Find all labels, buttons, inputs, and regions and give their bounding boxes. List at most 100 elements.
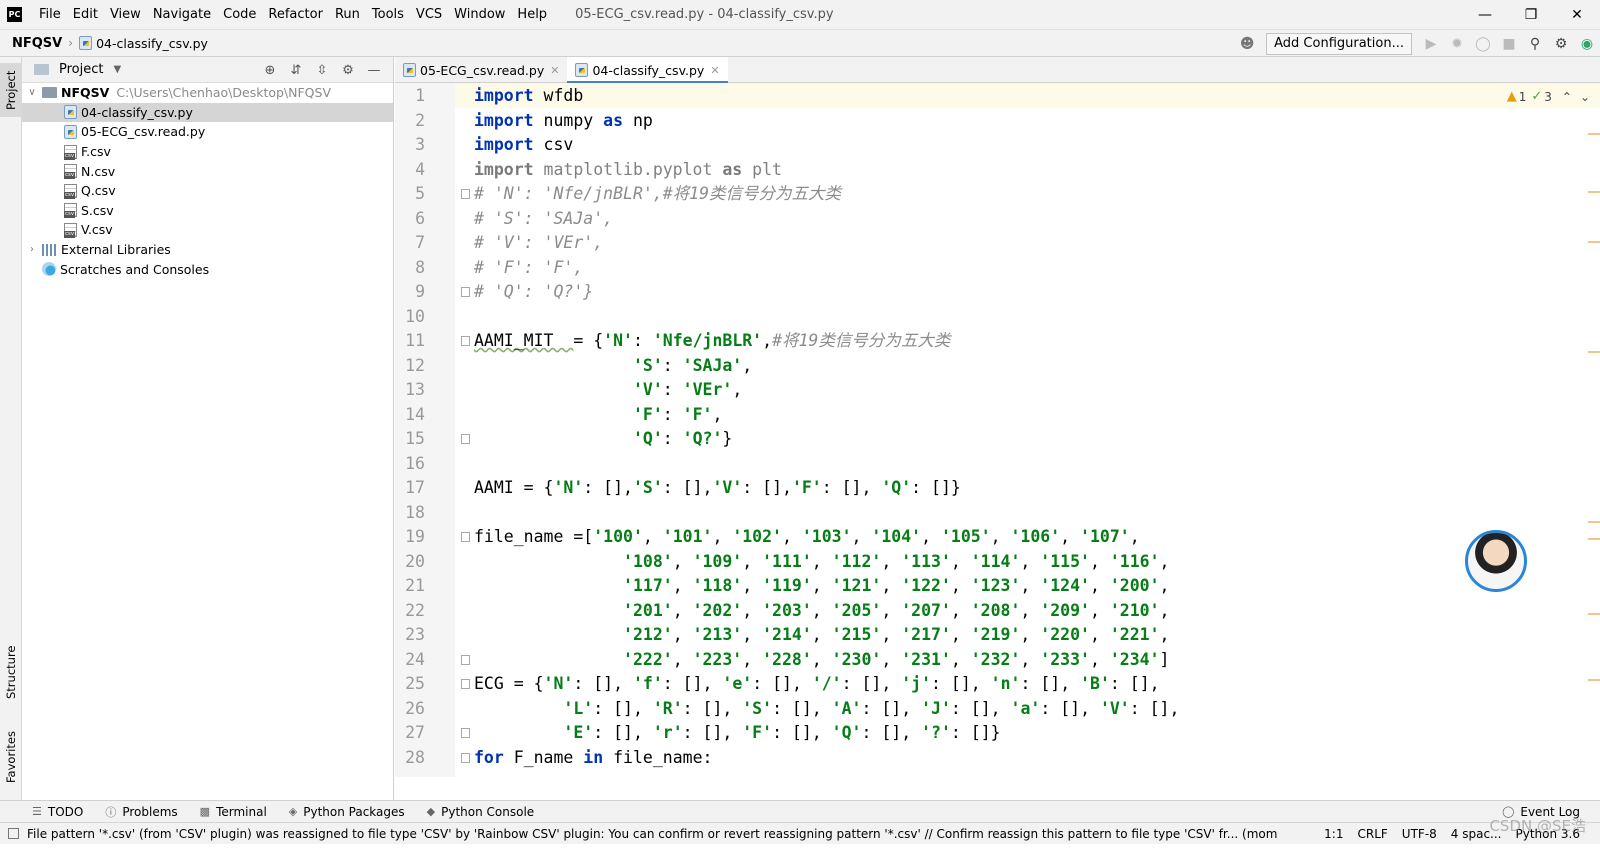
stripe-mark[interactable] [1588, 521, 1600, 523]
code-line[interactable]: '212', '213', '214', '215', '217', '219'… [474, 623, 1169, 648]
inspection-widget[interactable]: ▲ 1 ✓ 3 ⌃ ⌄ [1502, 89, 1590, 104]
locate-file-icon[interactable]: ⊕ [257, 63, 283, 78]
code-line[interactable]: file_name =['100', '101', '102', '103', … [474, 525, 1140, 550]
coverage-icon[interactable]: ◯ [1470, 31, 1496, 57]
code-line[interactable]: # 'S': 'SAJa', [474, 207, 613, 232]
tree-file-n-csv[interactable]: N.csv [22, 161, 393, 181]
stripe-mark[interactable] [1588, 538, 1600, 540]
tree-scratches[interactable]: Scratches and Consoles [22, 259, 393, 279]
chevron-right-icon[interactable]: › [26, 244, 38, 255]
tree-file-04-classify[interactable]: 04-classify_csv.py [22, 102, 393, 123]
tree-file-f-csv[interactable]: F.csv [22, 142, 393, 162]
stripe-mark[interactable] [1588, 351, 1600, 353]
breadcrumb-file[interactable]: 04-classify_csv.py [96, 36, 208, 51]
code-line[interactable]: # 'Q': 'Q?'} [474, 280, 593, 305]
caret-position[interactable]: 1:1 [1324, 827, 1343, 841]
run-icon[interactable]: ▶ [1418, 31, 1444, 57]
menu-navigate[interactable]: Navigate [147, 0, 217, 29]
code-line[interactable]: 'E': [], 'r': [], 'F': [], 'Q': [], '?':… [474, 721, 1000, 746]
menu-refactor[interactable]: Refactor [262, 0, 329, 29]
stripe-mark[interactable] [1588, 241, 1600, 243]
project-tool-tab[interactable]: Project [0, 63, 22, 117]
error-stripe[interactable] [1586, 83, 1600, 777]
menu-run[interactable]: Run [329, 0, 366, 29]
file-encoding[interactable]: UTF-8 [1402, 827, 1437, 841]
chevron-down-icon[interactable]: ▼ [113, 64, 121, 75]
project-panel-title[interactable]: Project [59, 62, 103, 77]
restore-button[interactable]: ❐ [1508, 0, 1554, 29]
menu-window[interactable]: Window [448, 0, 511, 29]
breadcrumb-project[interactable]: NFQSV [12, 36, 62, 51]
chevron-up-icon[interactable]: ⌃ [1562, 90, 1572, 104]
stop-icon[interactable]: ■ [1496, 31, 1522, 57]
code-line[interactable]: 'S': 'SAJa', [474, 354, 752, 379]
debug-icon[interactable]: ✹ [1444, 31, 1470, 57]
todo-tool-button[interactable]: ☰ TODO [32, 805, 83, 819]
close-tab-icon[interactable]: ✕ [550, 64, 559, 77]
stripe-mark[interactable] [1588, 679, 1600, 681]
fold-marker-icon[interactable] [461, 654, 470, 665]
chevron-down-icon[interactable]: ∨ [26, 87, 38, 98]
menu-edit[interactable]: Edit [67, 0, 104, 29]
fold-marker-icon[interactable] [461, 287, 470, 297]
fold-marker-icon[interactable] [461, 189, 470, 199]
python-console-tool-button[interactable]: ◆ Python Console [427, 805, 535, 819]
code-line[interactable]: '222', '223', '228', '230', '231', '232'… [474, 648, 1169, 673]
python-packages-tool-button[interactable]: ◈ Python Packages [289, 805, 405, 819]
tree-external-libraries[interactable]: › External Libraries [22, 240, 393, 260]
fold-marker-icon[interactable] [461, 679, 470, 689]
fold-marker-icon[interactable] [461, 532, 470, 542]
jetbrains-toolbox-icon[interactable]: ◉ [1574, 31, 1600, 57]
expand-all-icon[interactable]: ⇵ [283, 63, 309, 78]
tree-file-q-csv[interactable]: Q.csv [22, 181, 393, 201]
code-line[interactable]: AAMI_MIT = {'N': 'Nfe/jnBLR',#将19类信号分为五大… [474, 329, 950, 354]
code-line[interactable]: import matplotlib.pyplot as plt [474, 158, 782, 183]
tree-file-v-csv[interactable]: V.csv [22, 220, 393, 240]
menu-view[interactable]: View [104, 0, 147, 29]
panel-settings-gear-icon[interactable]: ⚙ [335, 63, 361, 78]
code-line[interactable]: AAMI = {'N': [],'S': [],'V': [],'F': [],… [474, 476, 961, 501]
favorites-tool-tab[interactable]: Favorites [0, 722, 22, 792]
code-editor[interactable]: 1 2 3 4 5 6 7 8 9 10 11 12 13 14 15 16 17 18 19 20 21 22 23 24 2… [395, 83, 1600, 777]
code-line[interactable]: import wfdb [474, 84, 583, 109]
terminal-tool-button[interactable]: ▩ Terminal [200, 805, 267, 819]
menu-file[interactable]: File [33, 0, 67, 29]
stripe-mark[interactable] [1588, 613, 1600, 615]
floating-avatar-image[interactable] [1465, 530, 1527, 592]
code-line[interactable]: 'V': 'VEr', [474, 378, 742, 403]
stripe-mark[interactable] [1588, 133, 1600, 135]
search-icon[interactable]: ⚲ [1522, 31, 1548, 57]
problems-tool-button[interactable]: ⓘ Problems [105, 804, 177, 820]
code-line[interactable]: import csv [474, 133, 573, 158]
hide-panel-icon[interactable]: — [361, 63, 387, 78]
tab-05-ecg-read[interactable]: 05-ECG_csv.read.py ✕ [395, 57, 567, 83]
user-icon[interactable]: ☻ [1234, 31, 1260, 57]
minimize-button[interactable]: — [1462, 0, 1508, 29]
menu-tools[interactable]: Tools [366, 0, 410, 29]
fold-marker-icon[interactable] [461, 752, 470, 763]
fold-marker-icon[interactable] [461, 336, 470, 346]
code-line[interactable]: # 'V': 'VEr', [474, 231, 603, 256]
menu-help[interactable]: Help [511, 0, 553, 29]
structure-tool-tab[interactable]: Structure [0, 637, 22, 707]
close-tab-icon[interactable]: ✕ [710, 64, 719, 77]
code-line[interactable]: # 'F': 'F', [474, 256, 583, 281]
tree-file-05-ecg-read[interactable]: 05-ECG_csv.read.py [22, 122, 393, 142]
menu-vcs[interactable]: VCS [410, 0, 448, 29]
settings-gear-icon[interactable]: ⚙ [1548, 31, 1574, 57]
code-line[interactable]: ECG = {'N': [], 'f': [], 'e': [], '/': [… [474, 672, 1160, 697]
code-line[interactable]: import numpy as np [474, 109, 653, 134]
status-message[interactable]: File pattern '*.csv' (from 'CSV' plugin)… [27, 827, 1277, 841]
code-area[interactable]: import wfdb import numpy as np import csv i… [474, 83, 1600, 777]
add-configuration-button[interactable]: Add Configuration... [1266, 33, 1412, 55]
menu-code[interactable]: Code [217, 0, 262, 29]
code-line[interactable]: # 'N': 'Nfe/jnBLR',#将19类信号分为五大类 [474, 182, 841, 207]
code-line[interactable]: '108', '109', '111', '112', '113', '114'… [474, 550, 1169, 575]
tree-file-s-csv[interactable]: S.csv [22, 201, 393, 221]
tab-04-classify[interactable]: 04-classify_csv.py ✕ [567, 57, 728, 84]
fold-marker-icon[interactable] [461, 434, 470, 444]
code-line[interactable]: '201', '202', '203', '205', '207', '208'… [474, 599, 1169, 624]
stripe-mark[interactable] [1588, 191, 1600, 193]
fold-marker-icon[interactable] [461, 728, 470, 738]
code-line[interactable]: 'L': [], 'R': [], 'S': [], 'A': [], 'J':… [474, 697, 1179, 722]
